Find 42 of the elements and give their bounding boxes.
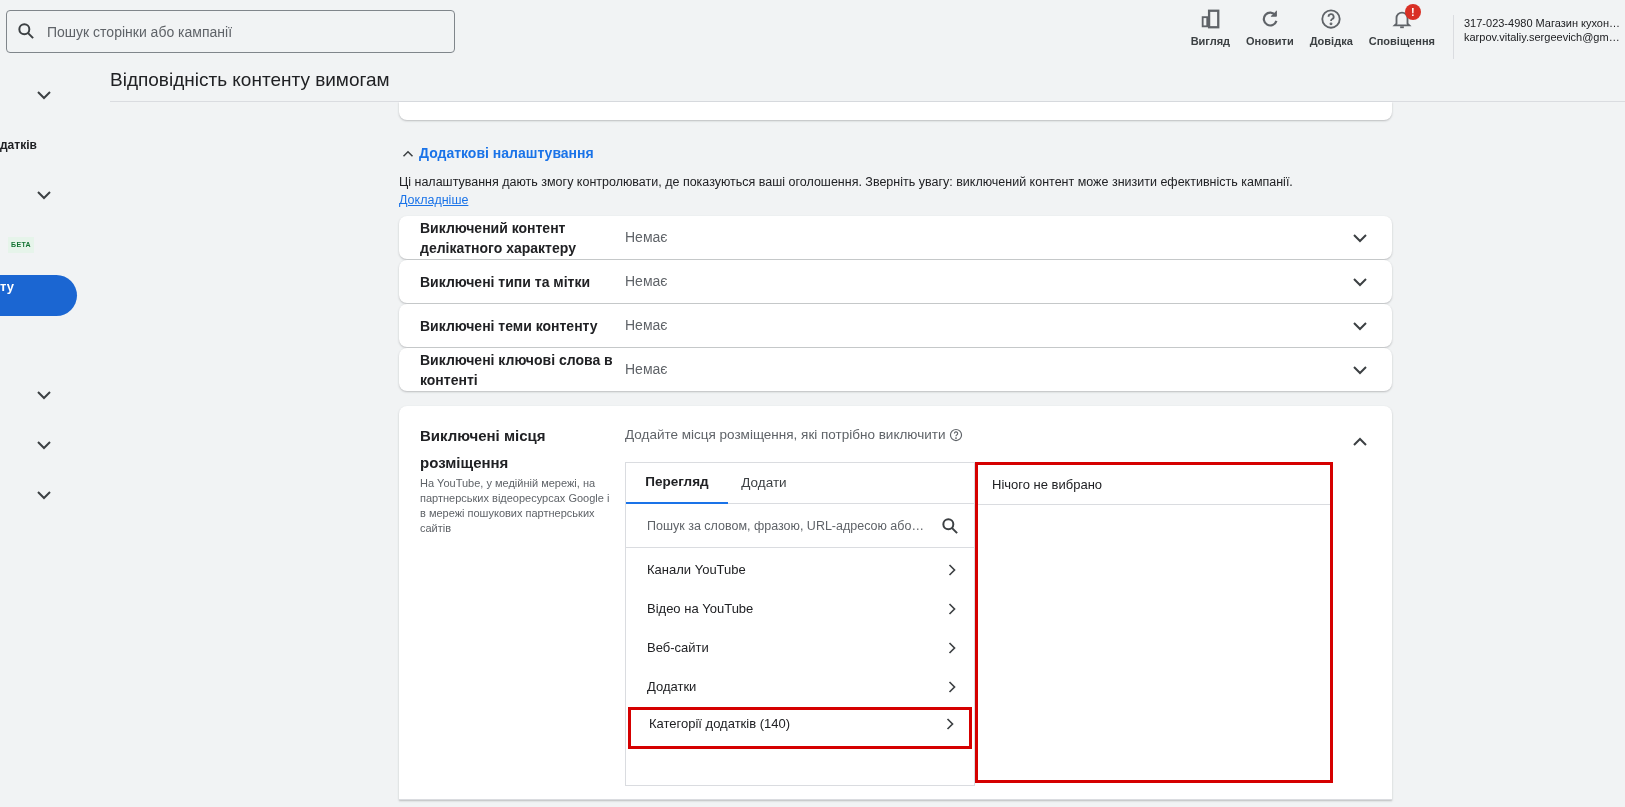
empty-selection-text: Нічого не вибрано — [992, 475, 1103, 494]
placements-prompt: Додайте місця розміщення, які потрібно виключити — [625, 425, 946, 444]
setting-label: Виключений контент делікатного характеру — [420, 218, 577, 258]
category-item[interactable]: Категорії додатків (140) — [628, 707, 972, 749]
tab[interactable]: Перегляд — [626, 463, 728, 504]
view-button[interactable]: Вигляд — [1182, 8, 1239, 50]
setting-label: Виключені місця розміщення — [420, 426, 547, 473]
help-icon — [1320, 8, 1343, 30]
settings-row[interactable]: Виключений контент делікатного характеру Немає — [399, 216, 1392, 259]
tab[interactable]: Додати — [728, 463, 800, 504]
search-field[interactable]: Пошук сторінки або кампанії — [6, 10, 455, 53]
help-button[interactable]: Довідка — [1301, 8, 1361, 50]
settings-row[interactable]: Виключені типи та мітки Немає — [399, 260, 1392, 303]
category-item[interactable]: Веб-сайти — [626, 628, 974, 667]
page-title: Відповідність контенту вимогам — [110, 68, 390, 92]
help-icon[interactable] — [949, 428, 964, 442]
search-icon — [940, 516, 960, 536]
setting-value: Немає — [625, 272, 669, 291]
notification-badge: ! — [1404, 4, 1421, 20]
category-item[interactable]: Відео на YouTube — [626, 589, 974, 628]
learn-more-link[interactable]: Докладніше — [399, 191, 469, 209]
sidebar-item[interactable]: ту — [0, 274, 77, 316]
setting-value: Немає — [625, 228, 669, 247]
account-text[interactable]: karpov.vitaliy.sergeevich@gm… — [1464, 30, 1625, 44]
settings-row[interactable]: Виключені теми контенту Немає — [399, 304, 1392, 347]
category-item[interactable]: Додатки — [626, 667, 974, 706]
refresh-button[interactable]: Оновити — [1238, 8, 1302, 50]
account-text[interactable]: 317-023-4980 Магазин кухон… — [1464, 16, 1625, 30]
placement-search-field[interactable]: Пошук за словом, фразою, URL-адресою або… — [626, 504, 974, 548]
search-icon — [16, 21, 36, 41]
setting-label: Виключені типи та мітки — [420, 272, 592, 292]
setting-label: Виключені теми контенту — [420, 316, 599, 336]
settings-row[interactable]: Виключені ключові слова в контенті Немає — [399, 348, 1392, 391]
setting-description: На YouTube, у медійній мережі, на партнерських відеоресурсах Google і в мережі пошукових партнерських сайтів — [420, 476, 611, 536]
category-item[interactable]: Канали YouTube — [626, 550, 974, 589]
setting-value: Немає — [625, 360, 669, 379]
view-icon — [1199, 8, 1222, 30]
setting-label: Виключені ключові слова в контенті — [420, 350, 614, 390]
section-toggle[interactable]: Додаткові налаштування — [419, 143, 594, 164]
setting-value: Немає — [625, 316, 669, 335]
section-description: Ці налаштування дають змогу контролювати, де показуються ваші оголошення. Зверніть увагу: виключений контент може знизити ефективність кампанії. — [399, 174, 1293, 191]
sidebar-item[interactable]: датків — [0, 136, 37, 154]
